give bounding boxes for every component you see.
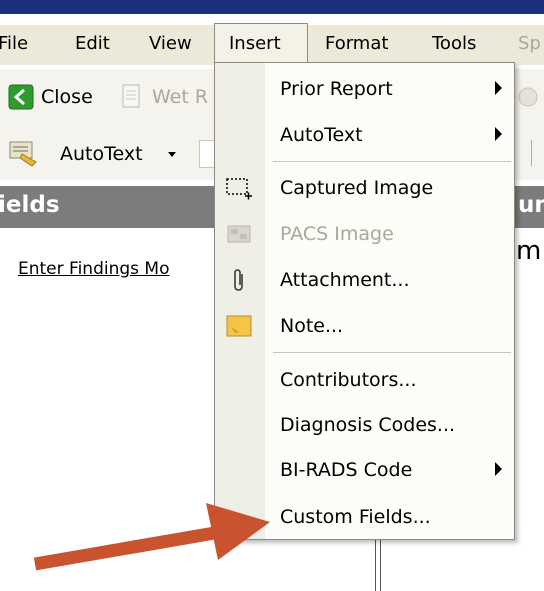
menu-item-label: Contributors...	[280, 369, 417, 391]
menu-item-diagnosis-codes[interactable]: Diagnosis Codes...	[215, 403, 514, 447]
document-text-fragment: m	[516, 236, 542, 266]
close-button-label: Close	[41, 86, 93, 108]
menu-file[interactable]: File	[0, 33, 28, 54]
capture-region-icon	[226, 178, 252, 200]
toolbar-faded-icon	[518, 87, 538, 107]
menu-tools[interactable]: Tools	[432, 33, 476, 54]
menu-item-label: Custom Fields...	[280, 506, 431, 528]
menu-item-birads-code[interactable]: BI-RADS Code	[215, 448, 514, 492]
pane-splitter[interactable]	[375, 538, 381, 591]
chevron-down-icon	[168, 152, 176, 157]
submenu-arrow-icon	[495, 127, 502, 141]
submenu-arrow-icon	[495, 462, 502, 476]
close-button[interactable]: Close	[8, 82, 98, 112]
document-icon	[122, 84, 140, 108]
section-title-fields: ields	[0, 192, 60, 218]
menu-item-contributors[interactable]: Contributors...	[215, 358, 514, 402]
menu-format[interactable]: Format	[325, 33, 388, 54]
menu-edit[interactable]: Edit	[75, 33, 110, 54]
section-title-right: um	[518, 192, 544, 218]
menu-item-label: Note...	[280, 315, 344, 337]
toolbar-combo-edge[interactable]	[199, 140, 214, 168]
sticky-note-icon	[226, 315, 252, 337]
menu-item-label: AutoText	[280, 124, 363, 146]
menu-item-autotext[interactable]: AutoText	[215, 113, 514, 157]
menu-item-label: Attachment...	[280, 269, 410, 291]
menu-separator	[273, 352, 511, 353]
back-arrow-icon	[8, 84, 34, 110]
menu-item-label: Captured Image	[280, 177, 434, 199]
paperclip-icon	[234, 269, 243, 291]
insert-dropdown-menu: Prior Report AutoText Captured Image PAC…	[214, 62, 515, 540]
menu-item-captured-image[interactable]: Captured Image	[215, 166, 514, 210]
toolbar-divider	[531, 140, 532, 166]
menu-separator	[273, 161, 511, 162]
window-title-strip	[0, 0, 544, 14]
menu-view[interactable]: View	[149, 33, 192, 54]
wet-read-label: Wet R	[152, 86, 209, 108]
autotext-stamp-icon	[9, 141, 37, 167]
menu-sp[interactable]: Sp	[518, 33, 541, 54]
menu-item-custom-fields[interactable]: Custom Fields...	[215, 495, 514, 539]
menu-item-pacs-image[interactable]: PACS Image	[215, 212, 514, 256]
menu-item-label: PACS Image	[280, 223, 394, 245]
menu-item-note[interactable]: Note...	[215, 304, 514, 348]
wet-read-button[interactable]: Wet R	[120, 82, 215, 112]
submenu-arrow-icon	[495, 81, 502, 95]
menu-item-label: Prior Report	[280, 78, 393, 100]
menu-insert[interactable]: Insert	[229, 33, 281, 54]
enter-findings-link[interactable]: Enter Findings Mo	[18, 259, 169, 279]
menu-item-attachment[interactable]: Attachment...	[215, 258, 514, 302]
autotext-label: AutoText	[60, 143, 143, 165]
autotext-dropdown-button[interactable]: AutoText	[8, 138, 193, 168]
menu-item-label: BI-RADS Code	[280, 459, 413, 481]
pacs-image-icon	[227, 225, 251, 243]
menu-item-prior-report[interactable]: Prior Report	[215, 67, 514, 111]
menu-item-label: Diagnosis Codes...	[280, 414, 456, 436]
